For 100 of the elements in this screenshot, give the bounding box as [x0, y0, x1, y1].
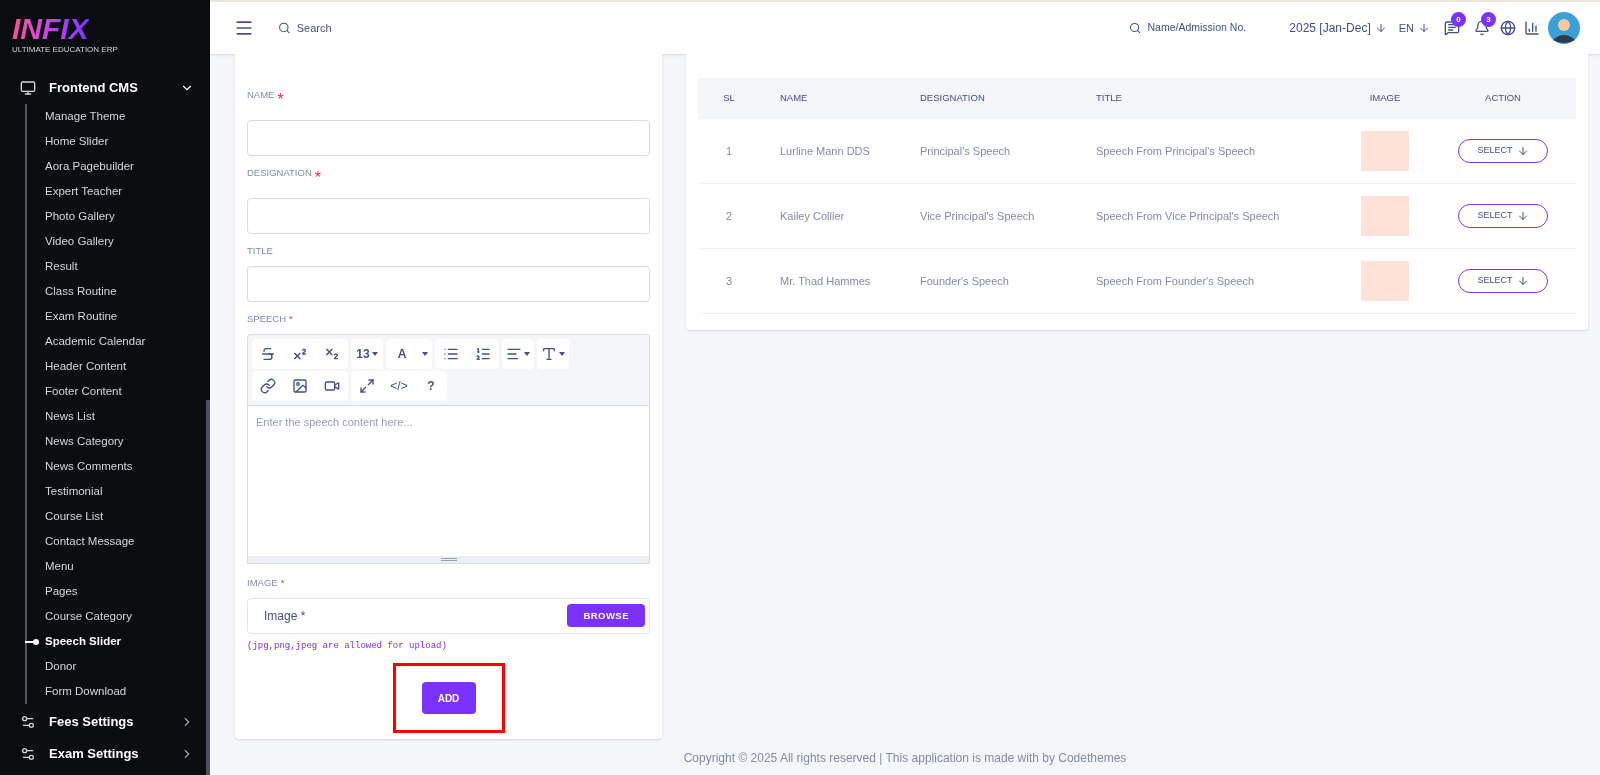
file-field[interactable]: Image * BROWSE [247, 597, 650, 634]
sidebar-item[interactable]: Course List [45, 507, 104, 526]
sidebar-item[interactable]: Footer Content [45, 382, 122, 401]
toolbar-button[interactable]: </> [383, 370, 415, 401]
arrow-down-icon [1516, 275, 1529, 287]
image-icon [292, 377, 308, 394]
sidebar-section[interactable]: Frontend CMS [0, 72, 210, 104]
active-marker [25, 638, 39, 645]
table-cell: Vice Principal's Speech [920, 209, 1035, 222]
arrow-down-icon [1516, 210, 1529, 222]
sidebar-item[interactable]: Speech Slider [45, 632, 122, 651]
search-field[interactable]: Search [296, 19, 478, 37]
text-field[interactable] [247, 198, 650, 234]
required-mark: * [314, 168, 321, 188]
sidebar-item[interactable]: Home Slider [45, 132, 109, 151]
chat-icon[interactable] [1444, 20, 1460, 36]
column-header: SL [723, 92, 735, 104]
search-icon [278, 21, 291, 35]
strikethrough-icon [260, 345, 276, 362]
browse-button[interactable]: BROWSE [567, 604, 645, 628]
column-header: IMAGE [1369, 92, 1401, 104]
section-label: Fees Settings [49, 713, 135, 732]
sidebar-item[interactable]: Header Content [45, 357, 127, 376]
menu-icon[interactable] [234, 18, 254, 38]
resize-handle[interactable] [247, 555, 650, 564]
table-cell: 3 [725, 274, 733, 287]
sidebar-item[interactable]: Menu [45, 557, 74, 576]
table-cell: Speech From Principal's Speech [1096, 144, 1256, 157]
table-cell: 2 [725, 209, 733, 222]
section-label: Frontend CMS [49, 79, 139, 98]
text-field[interactable] [247, 266, 650, 303]
session-dropdown[interactable]: 2025 [Jan-Dec] [1289, 19, 1387, 37]
section-label: Exam Settings [49, 745, 140, 764]
sidebar-section[interactable]: Fees Settings [0, 706, 210, 738]
sidebar-item[interactable]: Form Download [45, 682, 127, 701]
upload-hint: (jpg,png,jpeg are allowed for upload) [247, 639, 448, 653]
toolbar-button[interactable]: 13 [351, 338, 383, 369]
monitor-icon [20, 80, 36, 96]
text-field[interactable] [247, 120, 650, 156]
arrow-down-icon [1516, 145, 1529, 157]
globe-icon[interactable] [1500, 20, 1516, 36]
scrollbar-thumb[interactable] [206, 400, 210, 775]
field-label: IMAGE [247, 575, 278, 590]
field-label: NAME [247, 88, 275, 102]
caret-icon [422, 351, 428, 356]
field-label: SPEECH [247, 312, 287, 327]
sidebar-item[interactable]: Result [45, 257, 78, 276]
count-badge: 0 [1451, 12, 1466, 27]
text-size-icon [541, 345, 557, 362]
table-cell: Principal's Speech [920, 144, 1011, 157]
file-placeholder: Image * [264, 607, 307, 625]
sidebar-item[interactable]: Aora Pagebuilder [45, 157, 134, 176]
sidebar-item[interactable]: Testimonial [45, 482, 103, 501]
table-cell: Speech From Founder's Speech [1096, 274, 1255, 287]
add-button[interactable]: ADD [421, 682, 476, 715]
table-cell: Mr. Thad Hammes [780, 274, 871, 287]
field-label: DESIGNATION [247, 166, 312, 180]
sidebar-item[interactable]: News List [45, 407, 95, 426]
sidebar-item[interactable]: Class Routine [45, 282, 117, 301]
image-thumbnail [1361, 131, 1409, 171]
search-icon [1129, 21, 1142, 35]
sidebar-section[interactable]: Exam Settings [0, 738, 210, 770]
logo-tagline: ULTIMATE EDUCATION ERP [12, 44, 119, 56]
sidebar-item[interactable]: Photo Gallery [45, 207, 115, 226]
speech-editor[interactable]: Enter the speech content here... [247, 405, 650, 556]
arrow-down-icon [1374, 22, 1387, 34]
sidebar-item[interactable]: News Comments [45, 457, 133, 476]
bell-icon[interactable] [1474, 20, 1490, 36]
required-mark: * [289, 312, 293, 327]
sidebar-item[interactable]: Manage Theme [45, 107, 126, 126]
table-cell: Lurline Mann DDS [780, 144, 870, 157]
arrow-down-icon [1418, 22, 1430, 34]
link-icon [260, 377, 276, 394]
count-badge: 3 [1481, 12, 1496, 27]
image-thumbnail [1361, 261, 1409, 301]
column-header: ACTION [1485, 92, 1521, 104]
numbered-list-icon [475, 345, 491, 362]
field-label: TITLE [247, 244, 273, 258]
sidebar-item[interactable]: Video Gallery [45, 232, 114, 251]
sidebar-item[interactable]: Pages [45, 582, 78, 601]
column-header: NAME [780, 92, 808, 104]
chart-icon[interactable] [1524, 20, 1540, 36]
avatar[interactable] [1548, 12, 1580, 44]
column-header: DESIGNATION [920, 92, 985, 104]
sidebar-item[interactable]: Course Category [45, 607, 132, 626]
sidebar-item[interactable]: Exam Routine [45, 307, 118, 326]
student-search-field[interactable]: Name/Admission No. [1147, 20, 1270, 36]
sidebar-item[interactable]: News Category [45, 432, 124, 451]
sidebar-item[interactable]: Contact Message [45, 532, 135, 551]
table-cell: Speech From Vice Principal's Speech [1096, 209, 1280, 222]
table-cell: 1 [725, 144, 733, 157]
expand-icon [359, 377, 375, 394]
column-header: TITLE [1096, 92, 1122, 104]
sidebar-item[interactable]: Expert Teacher [45, 182, 123, 201]
toolbar-button[interactable]: ? [415, 370, 447, 401]
sidebar-item[interactable]: Academic Calendar [45, 332, 146, 351]
sidebar-item[interactable]: Donor [45, 657, 77, 676]
copyright-text: Copyright © 2025 All rights reserved | This application is made with by Codethemes [683, 750, 1127, 768]
table-cell: Founder's Speech [920, 274, 1009, 287]
language-dropdown[interactable]: EN [1398, 19, 1430, 37]
